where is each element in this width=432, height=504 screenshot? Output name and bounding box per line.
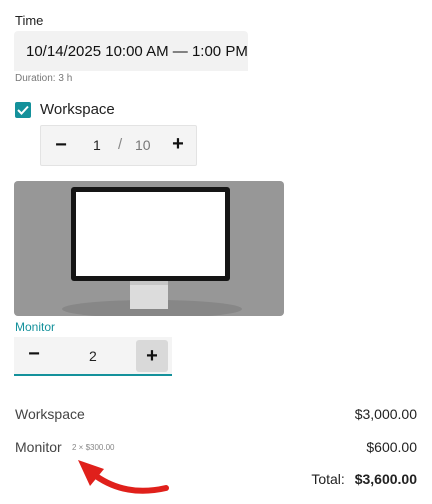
workspace-decrement-button[interactable]: −: [52, 133, 70, 156]
workspace-quantity-stepper: − 1 / 10 +: [40, 125, 197, 166]
booking-form: Time 10/14/2025 10:00 AM — 1:00 PM Durat…: [0, 0, 432, 504]
monitor-image: [14, 181, 284, 316]
summary-workspace-label: Workspace: [15, 406, 85, 422]
workspace-quantity-max: 10: [135, 137, 151, 153]
time-label: Time: [15, 13, 44, 28]
total-amount: $3,600.00: [354, 471, 417, 487]
time-range-value: 10/14/2025 10:00 AM — 1:00 PM: [26, 42, 248, 60]
summary-monitor-label: Monitor: [15, 439, 62, 455]
time-range-field[interactable]: 10/14/2025 10:00 AM — 1:00 PM: [14, 31, 248, 71]
minus-icon: −: [55, 133, 67, 156]
monitor-label: Monitor: [15, 320, 56, 334]
minus-icon: −: [28, 342, 40, 365]
arrow-icon: [78, 460, 169, 494]
summary-workspace-amount: $3,000.00: [354, 406, 417, 422]
total-label: Total:: [311, 471, 345, 487]
workspace-increment-button[interactable]: +: [169, 132, 187, 155]
monitor-quantity-stepper: − 2 +: [14, 337, 172, 376]
monitor-quantity-value[interactable]: 2: [89, 348, 97, 364]
summary-monitor-amount: $600.00: [366, 439, 417, 455]
plus-icon: +: [146, 344, 158, 367]
monitor-increment-button[interactable]: +: [136, 340, 168, 372]
workspace-quantity-value[interactable]: 1: [93, 137, 101, 153]
workspace-label[interactable]: Workspace: [40, 101, 115, 118]
plus-icon: +: [172, 132, 184, 155]
quantity-separator: /: [118, 136, 123, 153]
total-row: Total: $3,600.00: [311, 471, 417, 487]
monitor-decrement-button[interactable]: −: [25, 342, 43, 365]
checkmark-icon: [17, 105, 29, 115]
workspace-checkbox[interactable]: [15, 102, 31, 118]
duration-hint: Duration: 3 h: [15, 73, 73, 84]
